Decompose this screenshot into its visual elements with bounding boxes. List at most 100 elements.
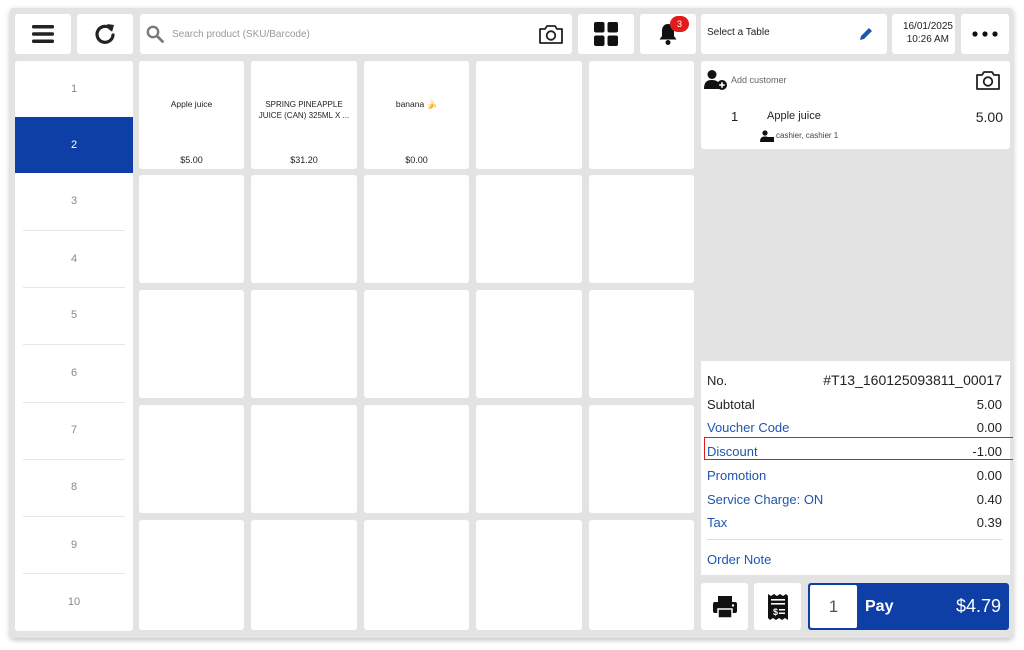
- line-staff: cashier, cashier 1: [776, 131, 839, 140]
- sidebar-item-2[interactable]: 2: [15, 117, 133, 173]
- sidebar-item-label: 7: [70, 424, 78, 436]
- subtotal-value: 5.00: [976, 396, 1002, 412]
- order-note-label[interactable]: Order Note: [707, 552, 771, 567]
- pay-quantity[interactable]: 1: [810, 585, 857, 628]
- product-tile[interactable]: Apple juice $5.00: [139, 61, 244, 169]
- empty-product-slot: [139, 520, 244, 630]
- product-tile[interactable]: banana 🍌 $0.00: [364, 61, 469, 169]
- refresh-button[interactable]: [77, 14, 133, 54]
- empty-product-slot: [476, 61, 582, 169]
- subtotal-row: Subtotal 5.00: [707, 393, 1002, 415]
- order-line-item[interactable]: 1 Apple juice 5.00 cashier, cashier 1: [701, 101, 1010, 145]
- datetime-display: 16/01/2025 10:26 AM: [892, 14, 955, 54]
- service-charge-value: 0.40: [976, 491, 1002, 507]
- summary-divider: [707, 539, 1002, 540]
- empty-product-slot: [364, 175, 469, 283]
- grid-icon: [594, 22, 618, 46]
- print-button[interactable]: [701, 583, 748, 630]
- sidebar-item-label: 1: [70, 83, 78, 95]
- cashier-icon: [760, 130, 774, 142]
- sidebar-item-label: 3: [70, 195, 78, 207]
- customer-camera-button[interactable]: [973, 67, 1003, 93]
- pay-label: Pay: [865, 597, 894, 615]
- product-price: $31.20: [290, 155, 318, 165]
- order-number-value: #T13_160125093811_00017: [823, 372, 1002, 388]
- promotion-row[interactable]: Promotion 0.00: [707, 464, 1002, 486]
- table-select-label: Select a Table: [707, 27, 770, 38]
- product-search-bar[interactable]: [140, 14, 572, 54]
- sidebar-item-8[interactable]: 8: [15, 459, 133, 515]
- sidebar-item-7[interactable]: 7: [15, 402, 133, 458]
- discount-label[interactable]: Discount: [707, 444, 758, 459]
- voucher-value: 0.00: [976, 419, 1002, 435]
- empty-product-slot: [139, 175, 244, 283]
- notification-count-badge: 3: [670, 16, 689, 32]
- categories-button[interactable]: [578, 14, 634, 54]
- sidebar-item-label: 2: [70, 139, 78, 151]
- voucher-row[interactable]: Voucher Code 0.00: [707, 416, 1002, 438]
- service-charge-label[interactable]: Service Charge: ON: [707, 492, 823, 507]
- printer-icon: [712, 595, 737, 619]
- tax-label[interactable]: Tax: [707, 515, 727, 530]
- search-icon: [146, 25, 164, 43]
- search-input[interactable]: [170, 27, 534, 41]
- sidebar-item-label: 4: [70, 253, 78, 265]
- order-summary: No. #T13_160125093811_00017 Subtotal 5.0…: [701, 361, 1013, 575]
- voucher-label[interactable]: Voucher Code: [707, 420, 789, 435]
- pencil-icon[interactable]: [858, 26, 874, 42]
- line-name: Apple juice: [767, 110, 821, 122]
- sidebar-item-4[interactable]: 4: [15, 231, 133, 287]
- sidebar-item-9[interactable]: 9: [15, 517, 133, 573]
- more-dots-icon: [972, 31, 998, 37]
- camera-icon: [539, 25, 563, 44]
- sidebar-item-1[interactable]: 1: [15, 61, 133, 117]
- empty-product-slot: [589, 520, 694, 630]
- empty-product-slot: [476, 175, 582, 283]
- sidebar-item-3[interactable]: 3: [15, 173, 133, 229]
- sidebar-item-label: 5: [70, 309, 78, 321]
- product-price: $0.00: [405, 155, 428, 165]
- subtotal-label: Subtotal: [707, 396, 755, 412]
- empty-product-slot: [476, 290, 582, 398]
- pay-amount: $4.79: [955, 596, 1001, 616]
- line-qty: 1: [731, 109, 739, 124]
- more-options-button[interactable]: [961, 14, 1009, 54]
- receipt-button[interactable]: $: [754, 583, 801, 630]
- time-text: 10:26 AM: [906, 34, 949, 45]
- menu-button[interactable]: [15, 14, 71, 54]
- line-amount: 5.00: [975, 109, 1003, 125]
- empty-product-slot: [589, 61, 694, 169]
- sidebar-item-label: 8: [70, 481, 78, 493]
- hamburger-icon: [32, 25, 54, 43]
- order-note-row[interactable]: Order Note: [707, 548, 1002, 570]
- sidebar-item-5[interactable]: 5: [15, 287, 133, 343]
- scan-camera-button[interactable]: [531, 14, 571, 54]
- order-number-label: No.: [707, 372, 728, 388]
- tax-value: 0.39: [976, 514, 1002, 530]
- tax-row[interactable]: Tax 0.39: [707, 511, 1002, 533]
- table-selector[interactable]: Select a Table: [701, 14, 887, 54]
- promotion-value: 0.00: [976, 467, 1002, 483]
- order-number-row: No. #T13_160125093811_00017: [707, 369, 1002, 391]
- empty-product-slot: [251, 175, 357, 283]
- receipt-icon: $: [767, 593, 788, 620]
- add-customer-button[interactable]: Add customer: [704, 69, 787, 91]
- pos-window: 3 Select a Table 16/01/2025 10:26 AM 1 2…: [10, 8, 1013, 638]
- sidebar-item-10[interactable]: 10: [15, 574, 133, 630]
- empty-product-slot: [139, 290, 244, 398]
- page-sidebar: 1 2 3 4 5 6 7 8 9 10: [15, 61, 133, 631]
- product-tile[interactable]: SPRING PINEAPPLE JUICE (CAN) 325ML X ...…: [251, 61, 357, 169]
- add-customer-label: Add customer: [731, 75, 787, 85]
- sidebar-item-6[interactable]: 6: [15, 345, 133, 401]
- empty-product-slot: [476, 520, 582, 630]
- empty-product-slot: [251, 520, 357, 630]
- empty-product-slot: [364, 290, 469, 398]
- product-price: $5.00: [180, 155, 203, 165]
- add-user-icon: [704, 70, 727, 90]
- promotion-label[interactable]: Promotion: [707, 468, 766, 483]
- pay-button[interactable]: 1 Pay $4.79: [808, 583, 1009, 630]
- empty-product-slot: [589, 175, 694, 283]
- discount-row[interactable]: Discount -1.00: [707, 440, 1002, 462]
- service-charge-row[interactable]: Service Charge: ON 0.40: [707, 488, 1002, 510]
- product-name: Apple juice: [170, 99, 213, 109]
